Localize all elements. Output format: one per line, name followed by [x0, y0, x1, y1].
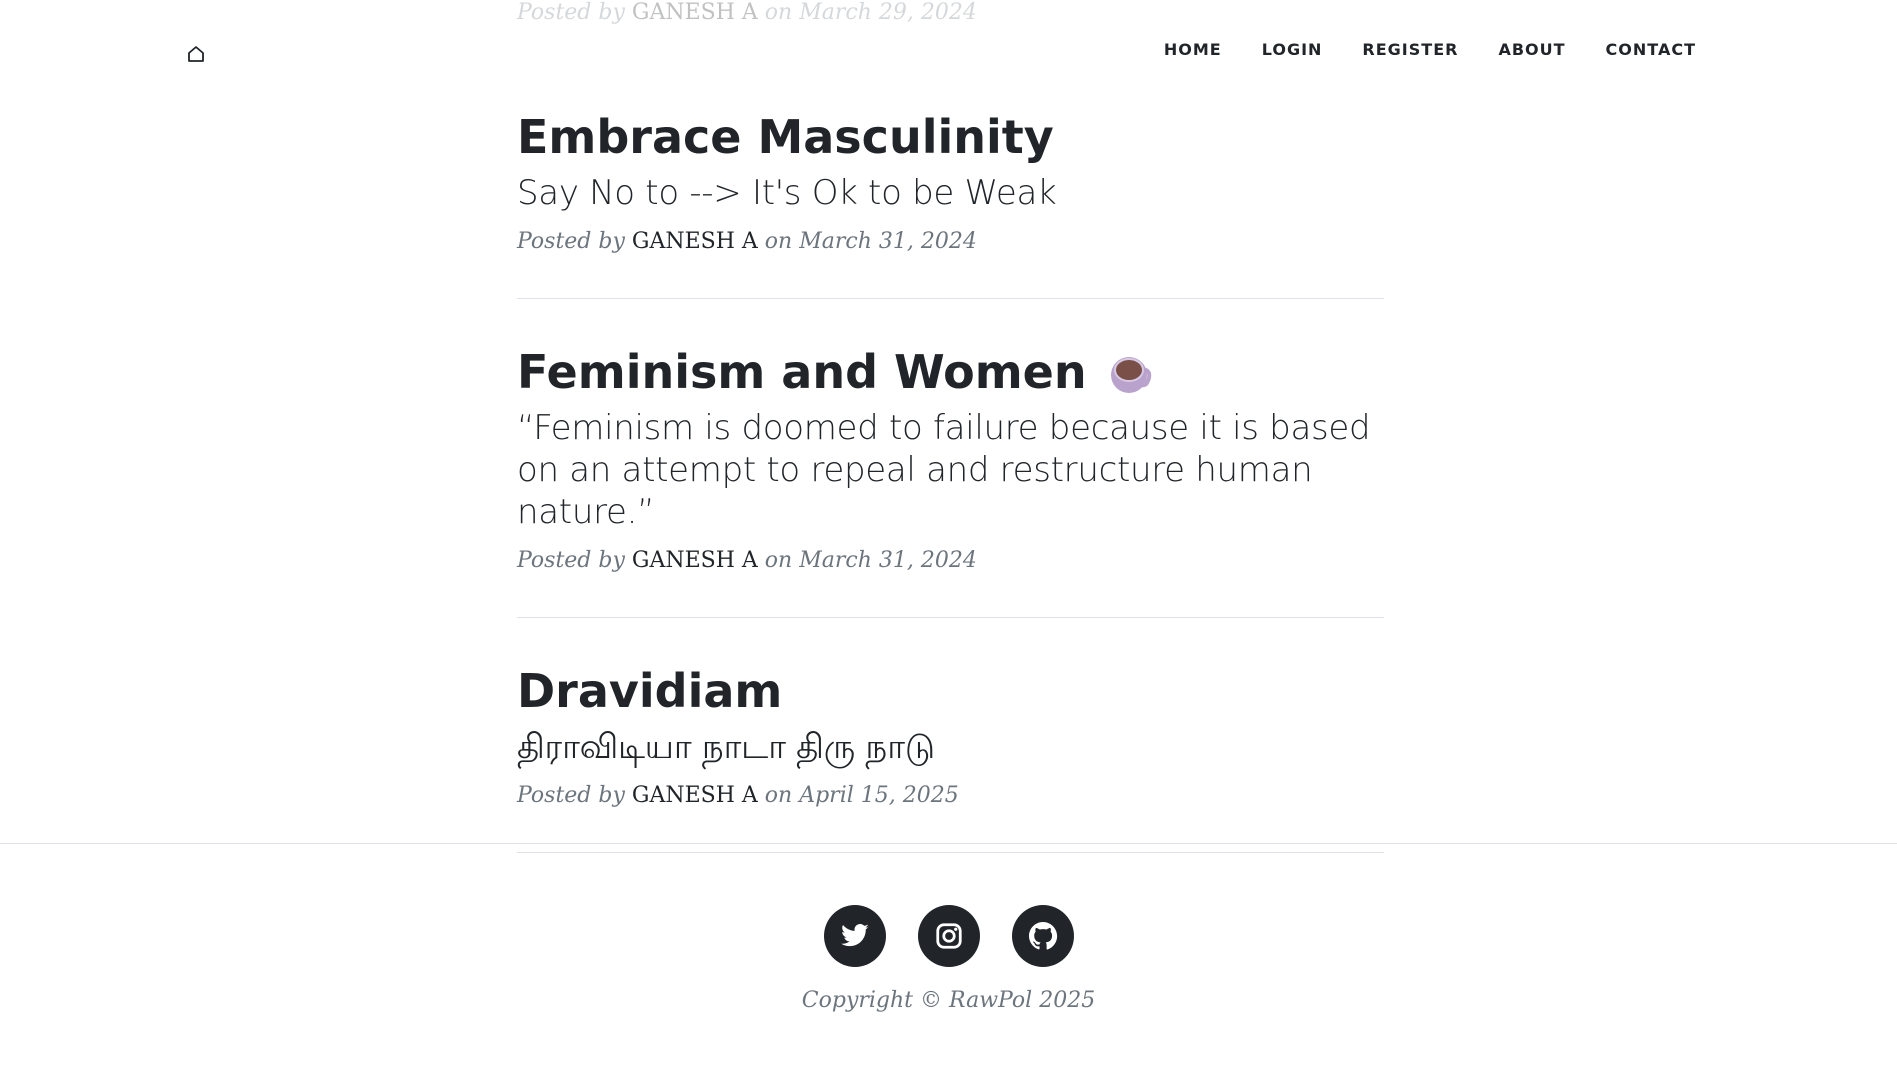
- post-meta-prefix: Posted by: [517, 548, 632, 573]
- post-divider: [517, 617, 1384, 618]
- twitter-link[interactable]: [823, 905, 886, 967]
- post-subtitle[interactable]: Say No to --> It's Ok to be Weak: [517, 172, 1384, 214]
- twitter-icon: [840, 924, 869, 947]
- post-title-text[interactable]: Dravidiam: [517, 660, 782, 722]
- post-author-link[interactable]: GANESH A: [632, 548, 758, 573]
- post-title[interactable]: Dravidiam: [517, 660, 1384, 722]
- post-subtitle[interactable]: திராவிடியா நாடா திரு நாடு: [517, 726, 1384, 768]
- post-meta: Posted by GANESH A on March 31, 2024: [517, 228, 1384, 256]
- social-links: [0, 905, 1897, 967]
- post-date: on March 31, 2024: [757, 229, 977, 254]
- nav-contact[interactable]: CONTACT: [1606, 40, 1696, 59]
- post-divider: [517, 298, 1384, 299]
- post-divider: [517, 852, 1384, 853]
- footer-divider: [0, 843, 1897, 844]
- post-meta-prefix: Posted by: [517, 783, 632, 808]
- home-brand-link[interactable]: [184, 42, 208, 66]
- post-title-text[interactable]: Feminism and Women: [517, 341, 1087, 403]
- coffee-cup-icon: [1110, 357, 1151, 393]
- post-list: Embrace Masculinity Say No to --> It's O…: [517, 104, 1384, 895]
- post-meta: Posted by GANESH A on April 15, 2025: [517, 782, 1384, 810]
- copyright: Copyright © RawPol 2025: [801, 988, 1096, 1013]
- post-author-link[interactable]: GANESH A: [632, 783, 758, 808]
- github-link[interactable]: [1011, 905, 1074, 967]
- nav-register[interactable]: REGISTER: [1362, 40, 1458, 59]
- github-icon: [1028, 922, 1057, 950]
- post-meta-prefix: Posted by: [517, 229, 632, 254]
- post-title[interactable]: Embrace Masculinity: [517, 106, 1384, 168]
- post-preview: Dravidiam திராவிடியா நாடா திரு நாடு Post…: [517, 660, 1384, 810]
- nav-login[interactable]: LOGIN: [1262, 40, 1323, 59]
- home-icon: [188, 46, 204, 62]
- nav-about[interactable]: ABOUT: [1498, 40, 1565, 59]
- post-subtitle[interactable]: “Feminism is doomed to failure because i…: [517, 407, 1384, 533]
- post-title-text[interactable]: Embrace Masculinity: [517, 106, 1054, 168]
- post-date: on March 31, 2024: [757, 548, 977, 573]
- nav-home[interactable]: HOME: [1164, 40, 1222, 59]
- nav-links: HOME LOGIN REGISTER ABOUT CONTACT: [1164, 40, 1696, 59]
- post-date: on April 15, 2025: [757, 783, 959, 808]
- post-author-link[interactable]: GANESH A: [632, 229, 758, 254]
- post-preview: Embrace Masculinity Say No to --> It's O…: [517, 106, 1384, 256]
- post-preview: Feminism and Women “Feminism is doomed t…: [517, 341, 1384, 575]
- instagram-icon: [935, 923, 962, 949]
- navbar: HOME LOGIN REGISTER ABOUT CONTACT: [0, 0, 1897, 104]
- post-meta: Posted by GANESH A on March 31, 2024: [517, 547, 1384, 575]
- post-title[interactable]: Feminism and Women: [517, 341, 1384, 403]
- instagram-link[interactable]: [917, 905, 980, 967]
